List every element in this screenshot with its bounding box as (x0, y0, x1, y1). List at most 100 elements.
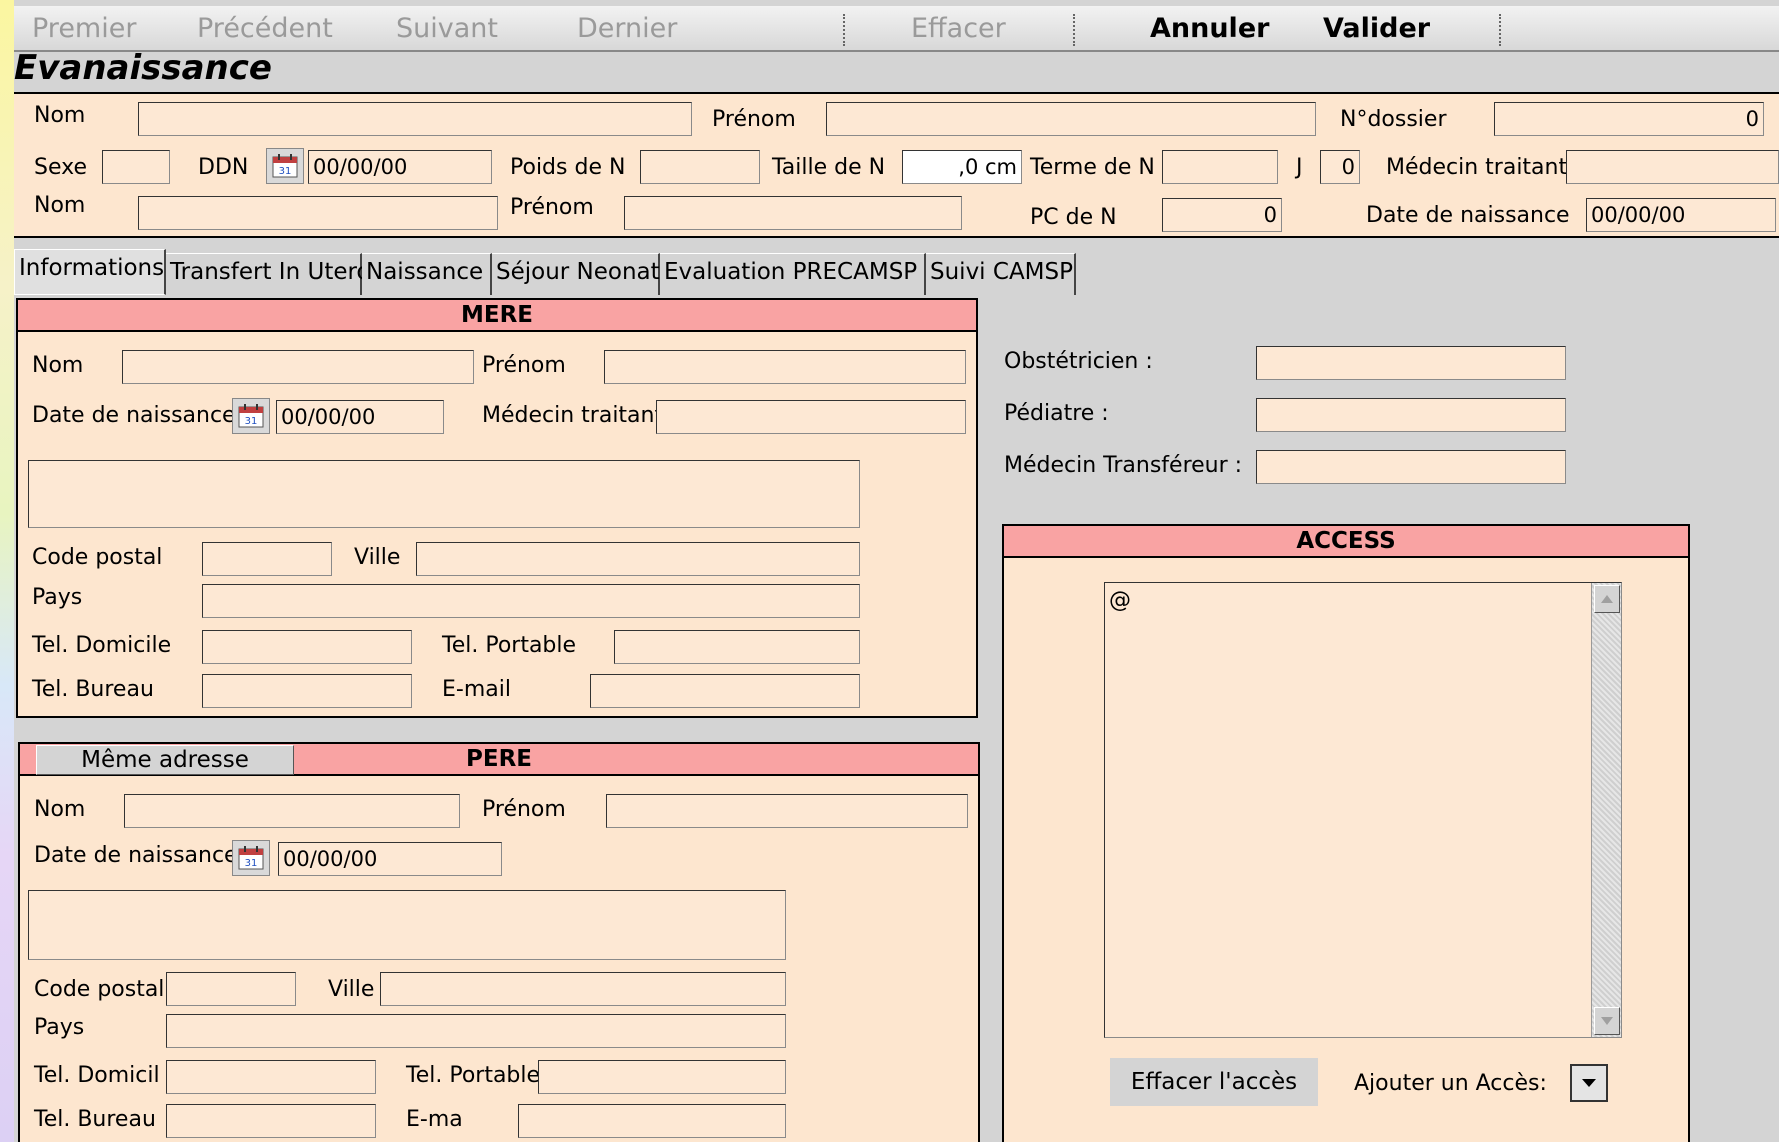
scroll-down-icon[interactable] (1594, 1007, 1620, 1035)
patient-header: Nom Prénom N°dossier 0 Sexe DDN 31 00/00… (14, 92, 1779, 238)
mere-prenom-label: Prénom (482, 353, 566, 378)
j-field[interactable]: 0 (1320, 150, 1360, 184)
date-naissance-field[interactable]: 00/00/00 (1586, 198, 1776, 232)
pere-email-field[interactable] (518, 1104, 786, 1138)
mere-tel-dom-label: Tel. Domicile (32, 633, 172, 658)
pere-pays-field[interactable] (166, 1014, 786, 1048)
pere-pays-label: Pays (34, 1015, 85, 1040)
first-button[interactable]: Premier (32, 12, 136, 46)
pere-cp-label: Code postal (34, 977, 165, 1002)
mere-ville-field[interactable] (416, 542, 860, 576)
mere-nom-label: Nom (32, 353, 84, 378)
pediatre-label: Pédiatre : (1004, 401, 1109, 426)
add-access-label: Ajouter un Accès: (1354, 1071, 1547, 1096)
pc-field[interactable]: 0 (1162, 198, 1282, 232)
access-title: ACCESS (1004, 526, 1688, 558)
pere-dob-field[interactable]: 00/00/00 (278, 842, 502, 876)
toolbar-separator (843, 14, 845, 46)
tab-naissance[interactable]: Naissance (362, 253, 492, 295)
ddn-field[interactable]: 00/00/00 (308, 150, 492, 184)
toolbar-separator (1073, 14, 1075, 46)
pere-dob-label: Date de naissance (34, 843, 238, 868)
taille-label: Taille de N (772, 155, 886, 180)
mere-tel-port-field[interactable] (614, 630, 860, 664)
pere-ville-field[interactable] (380, 972, 786, 1006)
access-list-scrollbar[interactable] (1591, 583, 1621, 1037)
pere-tel-bur-field[interactable] (166, 1104, 376, 1138)
svg-text:31: 31 (245, 416, 258, 427)
mere-cp-label: Code postal (32, 545, 163, 570)
same-address-button[interactable]: Même adresse (36, 745, 294, 775)
pere-cp-field[interactable] (166, 972, 296, 1006)
sexe-label: Sexe (34, 155, 87, 180)
pere-email-label: E-ma (406, 1107, 463, 1132)
mere-email-label: E-mail (442, 677, 511, 702)
pere-tel-port-field[interactable] (538, 1060, 786, 1094)
mere-dob-field[interactable]: 00/00/00 (276, 400, 444, 434)
mere-tel-dom-field[interactable] (202, 630, 412, 664)
medecin-traitant-field[interactable] (1566, 150, 1779, 184)
last-button[interactable]: Dernier (577, 12, 677, 46)
next-button[interactable]: Suivant (396, 12, 498, 46)
nom-field[interactable] (138, 102, 692, 136)
pediatre-field[interactable] (1256, 398, 1566, 432)
tab-transfert-in-utero[interactable]: Transfert In Utero (166, 253, 371, 295)
access-list[interactable]: @ (1104, 582, 1622, 1038)
clear-button[interactable]: Effacer (911, 12, 1006, 46)
calendar-icon[interactable]: 31 (232, 398, 270, 434)
pere-tel-port-label: Tel. Portable (406, 1063, 541, 1088)
previous-button[interactable]: Précédent (197, 12, 333, 46)
tab-sejour-neonat[interactable]: Séjour Neonat (492, 253, 660, 295)
validate-button[interactable]: Valider (1323, 12, 1430, 46)
transfereur-field[interactable] (1256, 450, 1566, 484)
sexe-field[interactable] (102, 150, 170, 184)
pere-tel-bur-label: Tel. Bureau (34, 1107, 156, 1132)
tab-suivi-camsp[interactable]: Suivi CAMSP (926, 253, 1076, 295)
nom2-field[interactable] (138, 196, 498, 230)
mere-pays-field[interactable] (202, 584, 860, 618)
date-naissance-label: Date de naissance (1366, 203, 1570, 228)
poids-label: Poids de N (510, 155, 626, 180)
pere-address-field[interactable] (28, 890, 786, 960)
toolbar-separator (1499, 14, 1501, 46)
pere-prenom-field[interactable] (606, 794, 968, 828)
terme-field[interactable] (1162, 150, 1278, 184)
terme-label: Terme de N (1030, 155, 1155, 180)
medecin-traitant-label: Médecin traitant (1386, 155, 1568, 180)
mere-ville-label: Ville (354, 545, 401, 570)
mere-address-field[interactable] (28, 460, 860, 528)
access-list-item[interactable]: @ (1109, 587, 1131, 615)
cancel-button[interactable]: Annuler (1150, 12, 1269, 46)
clear-access-button[interactable]: Effacer l'accès (1110, 1058, 1318, 1106)
chevron-down-icon (1582, 1079, 1596, 1087)
mere-tel-port-label: Tel. Portable (442, 633, 577, 658)
prenom-field[interactable] (826, 102, 1316, 136)
decorative-strip (0, 0, 14, 1142)
mere-tel-bur-label: Tel. Bureau (32, 677, 154, 702)
transfereur-label: Médecin Transféreur : (1004, 453, 1243, 478)
dossier-field[interactable]: 0 (1494, 102, 1764, 136)
mere-pays-label: Pays (32, 585, 83, 610)
mere-email-field[interactable] (590, 674, 860, 708)
mere-cp-field[interactable] (202, 542, 332, 576)
pere-tel-dom-field[interactable] (166, 1060, 376, 1094)
scroll-up-icon[interactable] (1594, 585, 1620, 613)
mere-nom-field[interactable] (122, 350, 474, 384)
mere-medecin-field[interactable] (656, 400, 966, 434)
calendar-icon[interactable]: 31 (232, 840, 270, 876)
pere-panel: PERE Même adresse Nom Prénom Date de nai… (18, 742, 980, 1142)
obstetricien-field[interactable] (1256, 346, 1566, 380)
poids-field[interactable] (640, 150, 760, 184)
dossier-label: N°dossier (1340, 107, 1447, 132)
mere-tel-bur-field[interactable] (202, 674, 412, 708)
prenom2-field[interactable] (624, 196, 962, 230)
pere-nom-field[interactable] (124, 794, 460, 828)
mere-prenom-field[interactable] (604, 350, 966, 384)
add-access-dropdown[interactable] (1570, 1064, 1608, 1102)
tab-evaluation-precamsp[interactable]: Evaluation PRECAMSP (660, 253, 926, 295)
tab-informations[interactable]: Informations (14, 249, 166, 295)
obstetricien-label: Obstétricien : (1004, 349, 1153, 374)
calendar-icon[interactable]: 31 (266, 148, 304, 184)
taille-field[interactable]: ,0 cm (902, 150, 1022, 184)
app-title: Evanaissance (14, 48, 272, 88)
